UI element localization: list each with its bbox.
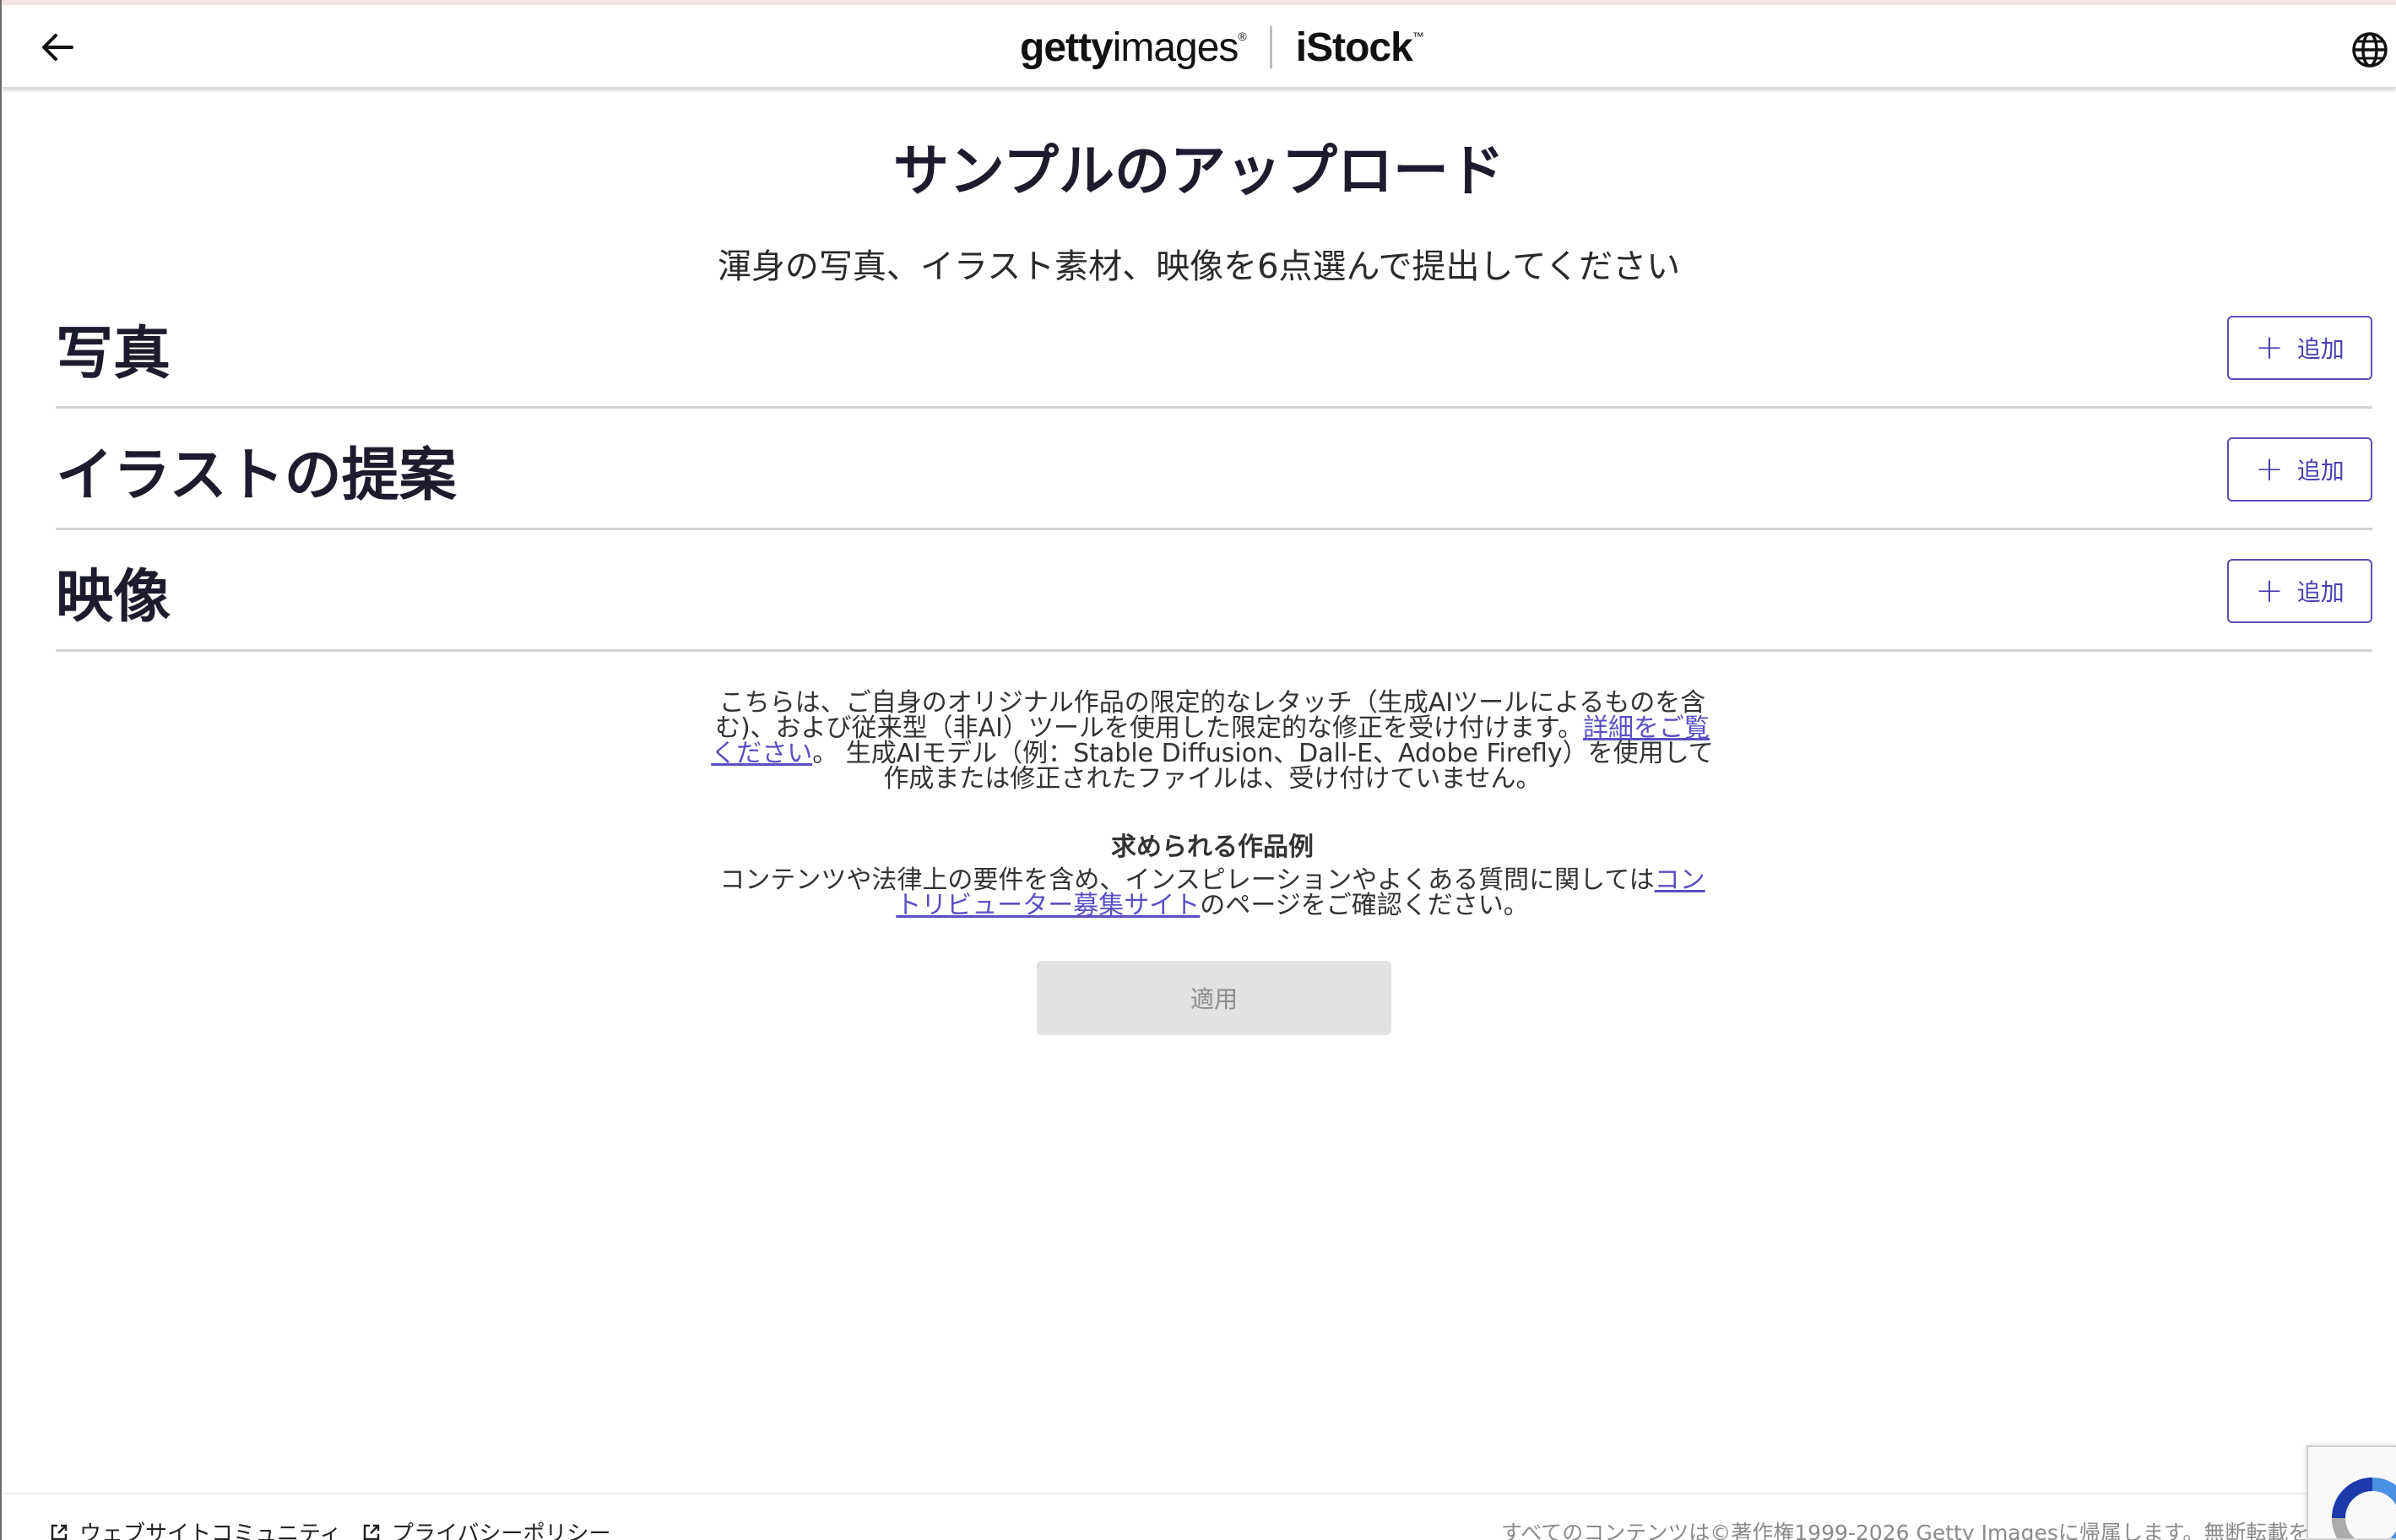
footer-link-community[interactable]: ウェブサイトコミュニティ (49, 1516, 341, 1540)
plus-icon: + (2255, 450, 2284, 489)
add-button-label: 追加 (2296, 457, 2345, 485)
page-subtitle: 渾身の写真、イラスト素材、映像を6点選んで提出してください (717, 247, 1681, 286)
section-illustrations: イラストの提案 + 追加 (56, 409, 2372, 530)
section-title-photos: 写真 (56, 321, 171, 388)
section-title-illustrations: イラストの提案 (56, 442, 457, 509)
page-title: サンプルのアップロード (892, 138, 1505, 203)
back-button[interactable] (39, 29, 76, 66)
add-photo-button[interactable]: + 追加 (2227, 316, 2372, 380)
ai-policy-notice: こちらは、ご自身のオリジナル作品の限定的なレタッチ（生成AIツールによるものを含… (711, 688, 1714, 794)
footer: ウェブサイトコミュニティ プライバシーポリシー すべてのコンテンツは©著作権19… (2, 1493, 2396, 1540)
add-button-label: 追加 (2296, 578, 2345, 606)
gettyimages-logo: gettyimages® (1020, 24, 1247, 70)
top-navigation-bar: gettyimages® iStock™ (2, 5, 2396, 88)
add-video-button[interactable]: + 追加 (2227, 559, 2372, 623)
add-illustration-button[interactable]: + 追加 (2227, 437, 2372, 502)
language-button[interactable] (2350, 30, 2389, 69)
apply-button[interactable]: 適用 (1037, 961, 1391, 1035)
footer-link-privacy[interactable]: プライバシーポリシー (361, 1516, 610, 1540)
examples-heading: 求められる作品例 (1111, 832, 1314, 862)
plus-icon: + (2255, 572, 2284, 610)
recaptcha-icon (2332, 1478, 2396, 1538)
add-button-label: 追加 (2296, 335, 2345, 363)
recaptcha-badge[interactable] (2307, 1445, 2396, 1540)
arrow-left-icon (42, 34, 73, 61)
external-link-icon (363, 1524, 380, 1540)
page: gettyimages® iStock™ サンプルのアップロード 渾身の写真、イ… (0, 0, 2396, 1540)
section-video: 映像 + 追加 (56, 530, 2372, 652)
external-link-icon (51, 1524, 68, 1540)
istock-logo: iStock™ (1295, 24, 1424, 70)
brand-divider (1269, 26, 1272, 68)
section-title-video: 映像 (56, 564, 171, 631)
section-photos: 写真 + 追加 (56, 287, 2372, 409)
plus-icon: + (2255, 328, 2284, 367)
examples-text: コンテンツや法律上の要件を含め、インスピレーションやよくある質問に関してはコント… (719, 865, 1705, 920)
globe-icon (2352, 32, 2388, 68)
copyright-text: すべてのコンテンツは©著作権1999-2026 Getty Imagesに帰属し… (1501, 1521, 2352, 1540)
brand-logo: gettyimages® iStock™ (1020, 22, 1424, 73)
